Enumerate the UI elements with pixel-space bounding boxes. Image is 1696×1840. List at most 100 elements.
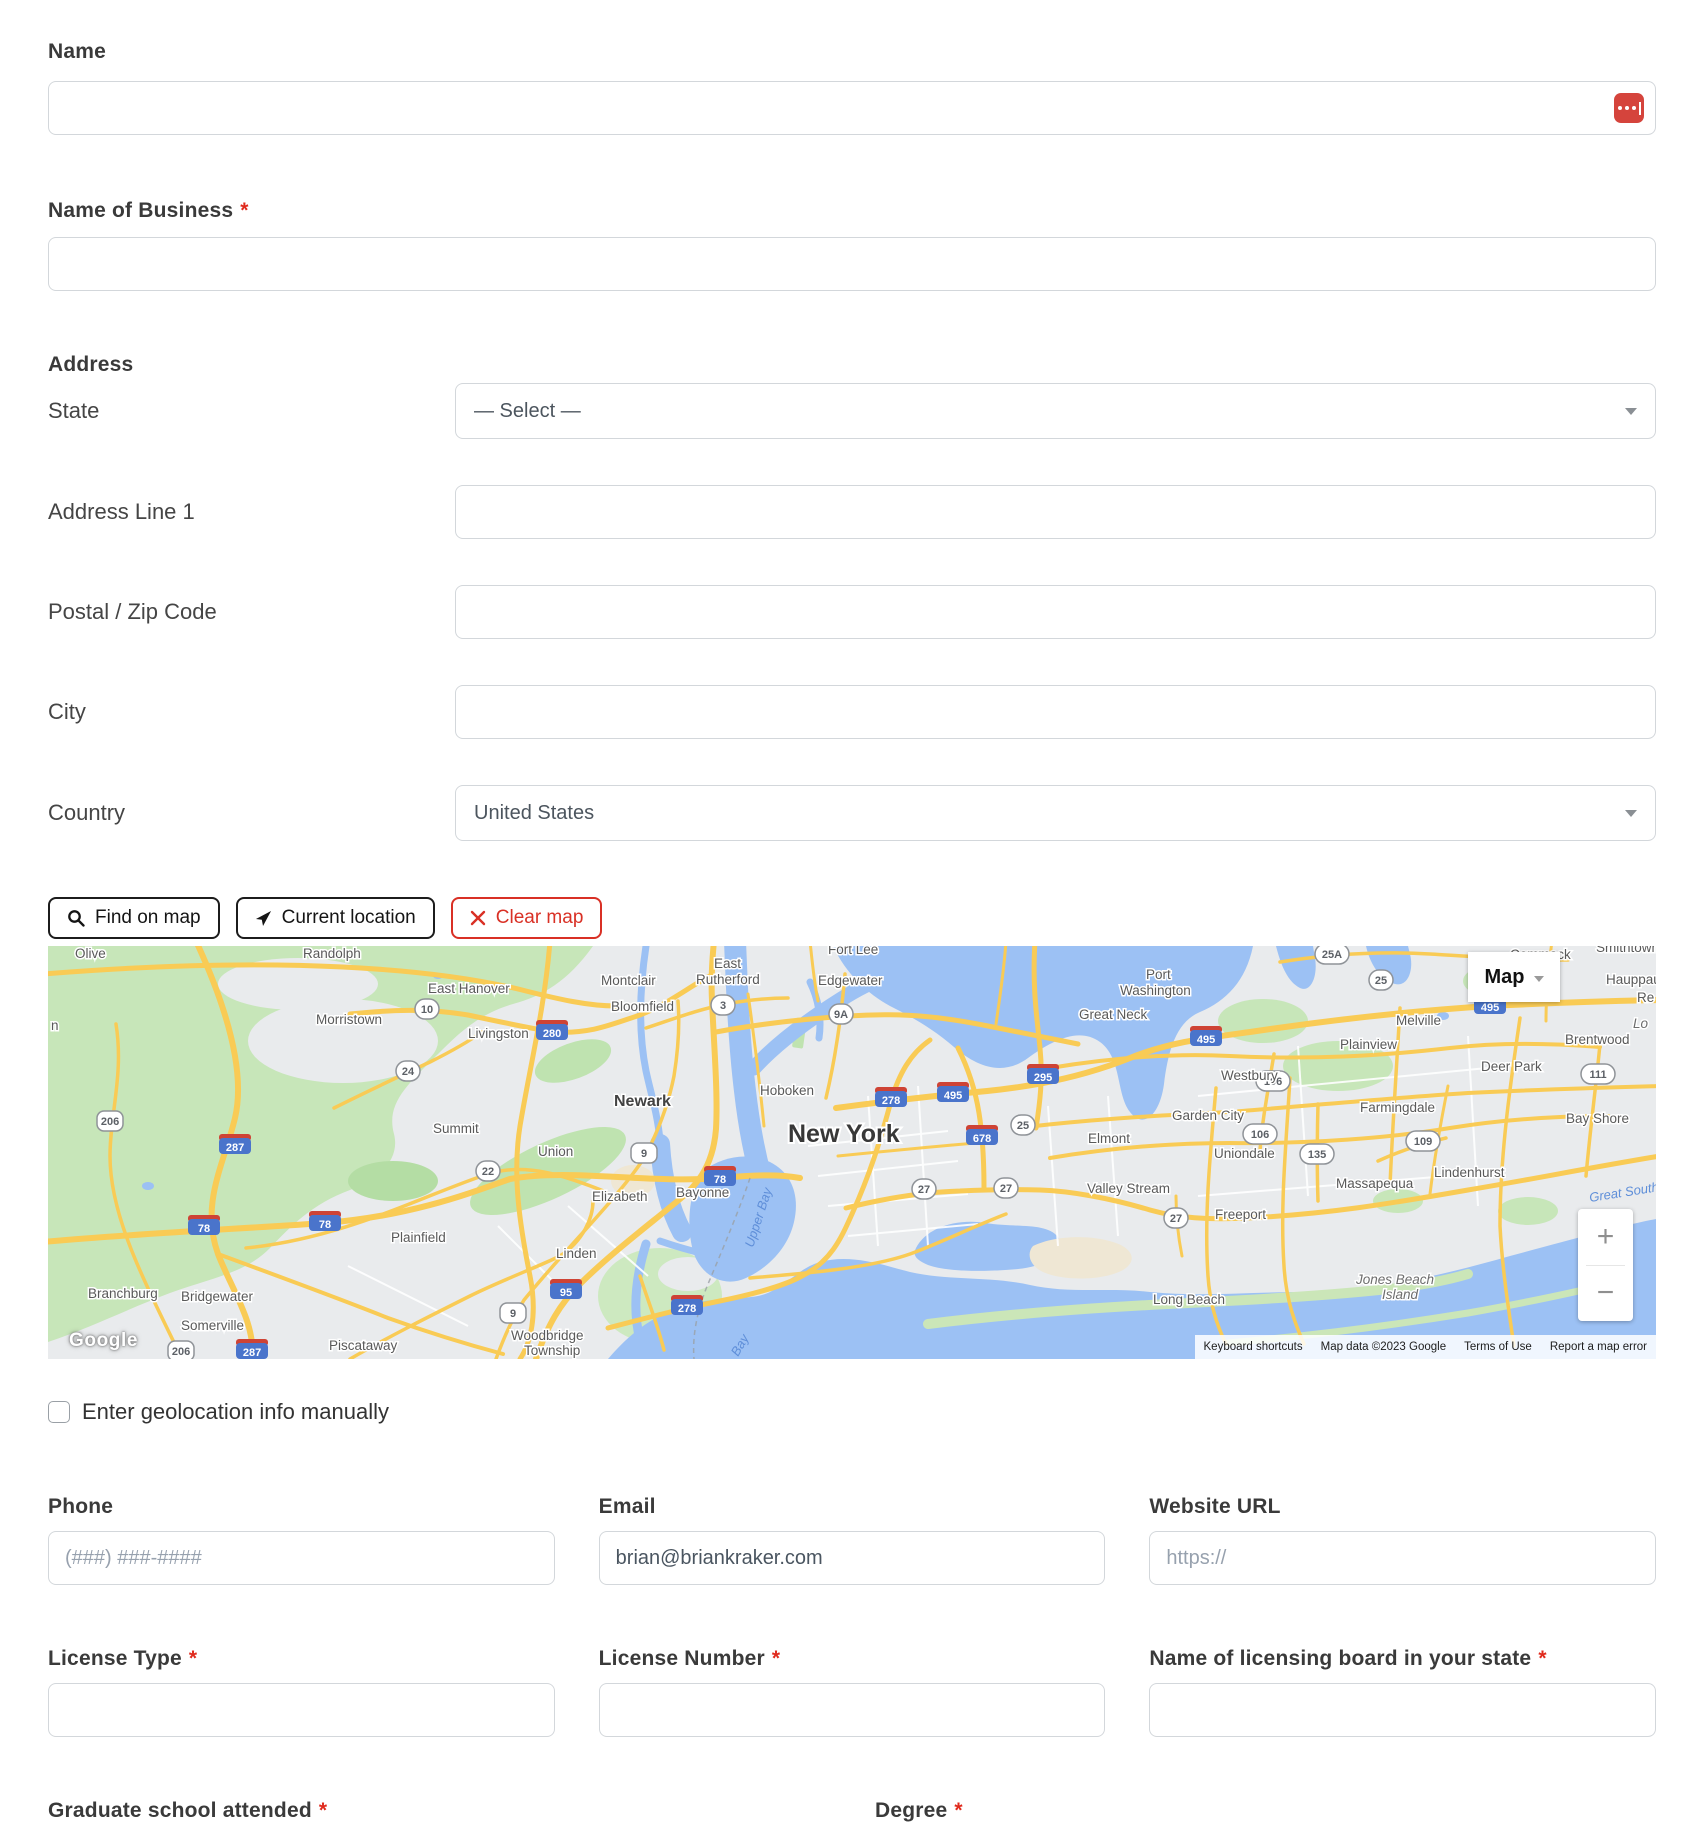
- map-city-label: Olive: [75, 946, 106, 961]
- map-route-shield: 9: [631, 1143, 657, 1163]
- city-input[interactable]: [455, 685, 1656, 739]
- zoom-in-button[interactable]: +: [1578, 1209, 1633, 1265]
- map-city-label: Lindenhurst: [1434, 1165, 1505, 1180]
- map-route-shield: 206: [97, 1111, 123, 1131]
- phone-label: Phone: [48, 1495, 555, 1519]
- zoom-out-button[interactable]: −: [1578, 1266, 1633, 1322]
- svg-text:25: 25: [1375, 975, 1387, 987]
- country-label: Country: [48, 800, 455, 826]
- svg-text:109: 109: [1414, 1136, 1432, 1148]
- map-route-shield: 495: [1190, 1026, 1222, 1046]
- map-city-label: Uniondale: [1214, 1146, 1275, 1161]
- clear-map-button[interactable]: Clear map: [451, 897, 603, 939]
- required-asterisk: *: [189, 1647, 197, 1670]
- required-asterisk: *: [240, 199, 248, 222]
- license-number-input[interactable]: [599, 1683, 1106, 1737]
- map-route-shield: 206: [168, 1341, 194, 1359]
- zip-input[interactable]: [455, 585, 1656, 639]
- map-route-shield: 678: [966, 1125, 998, 1145]
- map-route-shield: 287: [236, 1339, 268, 1359]
- map-city-label: East: [714, 956, 741, 971]
- map-city-label: Randolph: [303, 946, 361, 961]
- map-city-label: Garden City: [1172, 1108, 1244, 1123]
- terms-of-use-link[interactable]: Terms of Use: [1455, 1335, 1541, 1359]
- state-select[interactable]: — Select —: [455, 383, 1656, 439]
- state-label: State: [48, 398, 455, 424]
- map-city-label: Re: [1637, 990, 1654, 1005]
- address-line1-input[interactable]: [455, 485, 1656, 539]
- svg-text:495: 495: [1481, 1002, 1499, 1014]
- city-label: City: [48, 699, 455, 725]
- chevron-down-icon: [1625, 408, 1637, 415]
- map-city-label: Union: [538, 1144, 573, 1159]
- svg-text:287: 287: [226, 1142, 244, 1154]
- map-route-shield: 78: [309, 1211, 341, 1231]
- svg-text:95: 95: [560, 1287, 572, 1299]
- password-manager-autofill-icon[interactable]: [1614, 93, 1644, 123]
- phone-input[interactable]: [48, 1531, 555, 1585]
- map-city-label: Island: [1382, 1287, 1419, 1302]
- svg-text:278: 278: [678, 1303, 696, 1315]
- country-select[interactable]: United States: [455, 785, 1656, 841]
- map-attribution: Keyboard shortcuts Map data ©2023 Google…: [1195, 1335, 1656, 1359]
- map-city-label: Hauppauge: [1606, 972, 1656, 987]
- address-line1-label: Address Line 1: [48, 499, 455, 525]
- license-number-label: License Number*: [599, 1647, 1106, 1671]
- map-city-label: Great Neck: [1079, 1007, 1148, 1022]
- map-city-label: Bridgewater: [181, 1289, 254, 1304]
- svg-text:9A: 9A: [834, 1009, 848, 1021]
- svg-text:295: 295: [1034, 1072, 1052, 1084]
- business-name-input[interactable]: [48, 237, 1656, 291]
- svg-text:10: 10: [421, 1004, 433, 1016]
- website-url-input[interactable]: [1149, 1531, 1656, 1585]
- map-city-label: New York: [788, 1120, 900, 1148]
- chevron-down-icon: [1625, 810, 1637, 817]
- svg-text:206: 206: [101, 1116, 119, 1128]
- svg-text:3: 3: [720, 1000, 726, 1012]
- map-type-button[interactable]: Map: [1468, 952, 1560, 1002]
- name-input[interactable]: [48, 81, 1656, 135]
- map-city-label: n: [51, 1018, 59, 1033]
- current-location-button[interactable]: Current location: [236, 897, 435, 939]
- map-city-label: Morristown: [316, 1012, 382, 1027]
- map-route-shield: 278: [875, 1087, 907, 1107]
- report-map-error-link[interactable]: Report a map error: [1541, 1335, 1656, 1359]
- map-city-label: Smithtown: [1596, 946, 1656, 955]
- map-route-shield: 495: [937, 1082, 969, 1102]
- map-city-label: Livingston: [468, 1026, 529, 1041]
- chevron-down-icon: [1534, 976, 1544, 982]
- map-zoom-control[interactable]: + −: [1578, 1209, 1633, 1321]
- name-label: Name: [48, 40, 1656, 64]
- svg-text:24: 24: [402, 1066, 415, 1078]
- google-map[interactable]: 206287241028078787822939A278495295678252…: [48, 946, 1656, 1359]
- map-city-label: Township: [524, 1343, 580, 1358]
- map-route-shield: 106: [1243, 1124, 1277, 1144]
- svg-text:25A: 25A: [1322, 949, 1342, 961]
- map-city-label: Branchburg: [88, 1286, 158, 1301]
- email-input[interactable]: [599, 1531, 1106, 1585]
- map-route-shield: 280: [536, 1020, 568, 1040]
- map-city-label: Edgewater: [818, 973, 883, 988]
- map-canvas[interactable]: 206287241028078787822939A278495295678252…: [48, 946, 1656, 1359]
- map-city-label: Newark: [614, 1093, 671, 1110]
- license-type-input[interactable]: [48, 1683, 555, 1737]
- svg-text:27: 27: [1170, 1213, 1182, 1225]
- find-on-map-button[interactable]: Find on map: [48, 897, 220, 939]
- svg-text:22: 22: [482, 1166, 494, 1178]
- map-route-shield: 111: [1581, 1064, 1615, 1084]
- map-data-text: Map data ©2023 Google: [1312, 1335, 1455, 1359]
- map-route-shield: 95: [550, 1279, 582, 1299]
- map-route-shield: 278: [671, 1295, 703, 1315]
- map-city-label: Melville: [1396, 1013, 1441, 1028]
- google-logo: Google: [69, 1330, 138, 1352]
- map-city-label: Montclair: [601, 973, 656, 988]
- map-city-label: Massapequa: [1336, 1176, 1414, 1191]
- licensing-board-input[interactable]: [1149, 1683, 1656, 1737]
- keyboard-shortcuts-link[interactable]: Keyboard shortcuts: [1195, 1335, 1312, 1359]
- map-city-label: Brentwood: [1565, 1032, 1630, 1047]
- map-city-label: Bay Shore: [1566, 1111, 1629, 1126]
- map-city-label: Farmingdale: [1360, 1100, 1435, 1115]
- geolocation-manual-checkbox[interactable]: [48, 1401, 70, 1423]
- map-route-shield: 27: [1164, 1208, 1188, 1228]
- svg-text:27: 27: [1000, 1183, 1012, 1195]
